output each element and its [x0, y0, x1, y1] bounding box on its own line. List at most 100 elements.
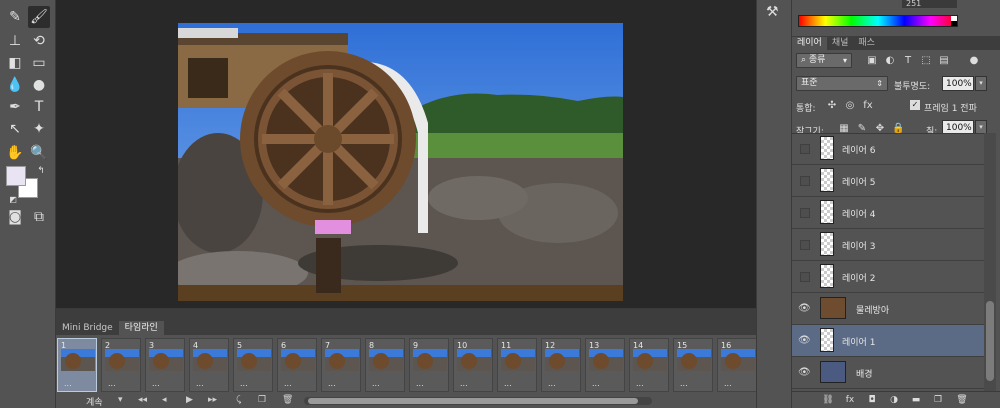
frame-delay[interactable]: ... — [636, 379, 644, 388]
adjustment-layer-icon[interactable]: ◑ — [888, 394, 900, 406]
delete-layer-icon[interactable]: 🗑 — [956, 394, 968, 406]
tween-icon[interactable]: ⤹ — [236, 395, 241, 405]
loop-dropdown-icon[interactable]: ▾ — [118, 395, 123, 405]
quick-mask-icon[interactable]: ◙ — [4, 206, 26, 228]
frame-8[interactable]: 8... — [364, 337, 406, 393]
frame-15[interactable]: 15... — [672, 337, 714, 393]
frame-delay[interactable]: ... — [504, 379, 512, 388]
gradient-icon[interactable]: ▭ — [28, 52, 50, 74]
eraser-icon[interactable]: ◧ — [4, 52, 26, 74]
filter-kind-dropdown[interactable]: ⌕ 종류 ▾ — [796, 53, 852, 68]
timeline-scrollbar[interactable] — [304, 397, 652, 405]
visibility-toggle[interactable] — [800, 208, 810, 218]
frame-delay[interactable]: ... — [284, 379, 292, 388]
visibility-toggle[interactable] — [800, 144, 810, 154]
eye-icon[interactable]: 👁 — [798, 303, 811, 315]
color-spectrum[interactable] — [798, 15, 958, 27]
next-frame-icon[interactable]: ▸▸ — [208, 395, 217, 405]
opacity-field[interactable]: 100% — [942, 76, 974, 91]
filter-adjustment-icon[interactable]: ◐ — [884, 55, 896, 67]
visibility-toggle[interactable] — [800, 272, 810, 282]
pen-icon[interactable]: ✒ — [4, 96, 26, 118]
scrollbar-thumb[interactable] — [308, 398, 638, 404]
layer-row-6[interactable]: 레이어 6 — [792, 134, 984, 165]
unify-style-icon[interactable]: fx — [862, 100, 874, 112]
delete-frame-icon[interactable]: 🗑 — [282, 395, 293, 405]
frame-delay[interactable]: ... — [108, 379, 116, 388]
healing-brush-icon[interactable]: ✎ — [4, 6, 26, 28]
select-arrow-icon[interactable]: ↖ — [4, 118, 26, 140]
add-mask-icon[interactable]: ◘ — [866, 394, 878, 406]
frame-4[interactable]: 4... — [188, 337, 230, 393]
layer-row-5[interactable]: 레이어 5 — [792, 165, 984, 197]
brush-presets-icon[interactable]: ⚒ — [766, 4, 779, 20]
layer-row-2[interactable]: 레이어 2 — [792, 261, 984, 293]
unify-visibility-icon[interactable]: ◎ — [844, 100, 856, 112]
frame-2[interactable]: 2... — [100, 337, 142, 393]
screen-mode-icon[interactable]: ⧉ — [28, 206, 50, 228]
frame-12[interactable]: 12... — [540, 337, 582, 393]
frame-delay[interactable]: ... — [196, 379, 204, 388]
swap-colors-icon[interactable]: ↰ — [30, 160, 52, 182]
eye-icon[interactable]: 👁 — [798, 335, 811, 347]
history-brush-icon[interactable]: ⟲ — [28, 30, 50, 52]
dodge-icon[interactable]: ● — [28, 74, 50, 96]
frame-delay[interactable]: ... — [680, 379, 688, 388]
opacity-slider-toggle[interactable]: ▾ — [975, 76, 987, 91]
black-white-ramp[interactable] — [951, 16, 957, 26]
prev-frame-icon[interactable]: ◂ — [162, 395, 167, 405]
layer-row-4[interactable]: 레이어 4 — [792, 197, 984, 229]
eye-icon[interactable]: 👁 — [798, 367, 811, 379]
frame-7[interactable]: 7... — [320, 337, 362, 393]
frame-delay[interactable]: ... — [328, 379, 336, 388]
play-icon[interactable]: ▶ — [186, 395, 193, 405]
layer-row-waterwheel[interactable]: 👁 물레방아 — [792, 293, 984, 325]
frame-delay[interactable]: ... — [548, 379, 556, 388]
frame-delay[interactable]: ... — [416, 379, 424, 388]
layer-row-3[interactable]: 레이어 3 — [792, 229, 984, 261]
color-value-field[interactable]: 251 — [902, 0, 957, 8]
frame-5[interactable]: 5... — [232, 337, 274, 393]
frame-delay[interactable]: ... — [152, 379, 160, 388]
layer-row-1[interactable]: 👁 레이어 1 — [792, 325, 984, 357]
tab-channels[interactable]: 채널 — [827, 37, 854, 50]
visibility-toggle[interactable] — [800, 176, 810, 186]
tab-timeline[interactable]: 타임라인 — [118, 321, 164, 335]
frame-delay[interactable]: ... — [372, 379, 380, 388]
filter-type-icon[interactable]: T — [902, 55, 914, 67]
frame-delay[interactable]: ... — [460, 379, 468, 388]
document-canvas[interactable] — [178, 23, 623, 301]
brush-icon[interactable]: 🖌 — [28, 6, 50, 28]
new-layer-icon[interactable]: ❐ — [932, 394, 944, 406]
unify-position-icon[interactable]: ✣ — [826, 100, 838, 112]
frame-16[interactable]: 16... — [716, 337, 758, 393]
link-layers-icon[interactable]: ⛓ — [822, 394, 834, 406]
hand-icon[interactable]: ✋ — [4, 142, 26, 164]
filter-pixel-icon[interactable]: ▣ — [866, 55, 878, 67]
frame-delay[interactable]: ... — [724, 379, 732, 388]
filter-shape-icon[interactable]: ⬚ — [920, 55, 932, 67]
frame-10[interactable]: 10... — [452, 337, 494, 393]
tab-mini-bridge[interactable]: Mini Bridge — [56, 321, 119, 335]
type-icon[interactable]: T — [28, 96, 50, 118]
frame-6[interactable]: 6... — [276, 337, 318, 393]
frame-delay[interactable]: ... — [592, 379, 600, 388]
first-frame-icon[interactable]: ◂◂ — [138, 395, 147, 405]
filter-toggle-icon[interactable]: ● — [968, 55, 980, 67]
frame-14[interactable]: 14... — [628, 337, 670, 393]
frame-13[interactable]: 13... — [584, 337, 626, 393]
frame-delay[interactable]: ... — [240, 379, 248, 388]
shape-icon[interactable]: ✦ — [28, 118, 50, 140]
layer-style-icon[interactable]: fx — [844, 394, 856, 406]
new-group-icon[interactable]: ▬ — [910, 394, 922, 406]
blur-icon[interactable]: 💧 — [4, 74, 26, 96]
blend-mode-dropdown[interactable]: 표준 ⇕ — [796, 76, 888, 91]
propagate-checkbox[interactable]: ✓ — [910, 100, 920, 110]
frame-1[interactable]: 1... — [56, 337, 98, 393]
foreground-color-swatch[interactable] — [6, 166, 26, 186]
frame-11[interactable]: 11... — [496, 337, 538, 393]
tab-layers[interactable]: 레이어 — [792, 37, 827, 50]
duplicate-frame-icon[interactable]: ❐ — [258, 395, 266, 405]
scrollbar-thumb[interactable] — [986, 301, 994, 381]
frame-delay[interactable]: ... — [64, 379, 72, 388]
